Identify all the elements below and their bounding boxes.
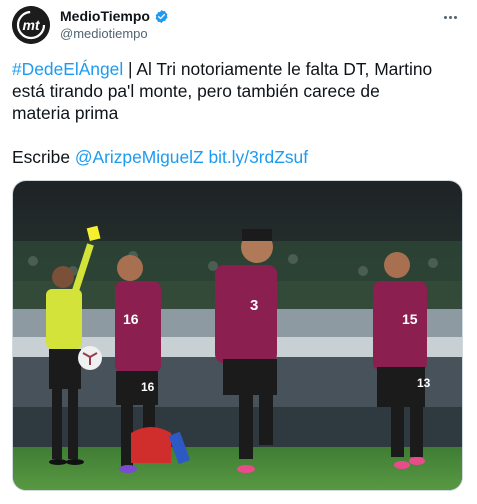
svg-text:13: 13 (417, 376, 431, 390)
svg-text:16: 16 (141, 380, 155, 394)
tweet-line-3: materia prima (12, 103, 119, 123)
tweet-line-2: está tirando pa'l monte, pero también ca… (12, 81, 380, 101)
tweet-card[interactable]: mt MedioTiempo @mediotiempo #DedeElÁngel… (0, 0, 477, 504)
tweet-text: #DedeElÁngel | Al Tri notoriamente le fa… (12, 58, 467, 168)
tweet-line-5-prefix: Escribe (12, 147, 75, 167)
verified-badge-icon (154, 9, 169, 24)
tweet-line-5: Escribe @ArizpeMiguelZ bit.ly/3rdZsuf (12, 146, 467, 168)
tweet-media-photo[interactable]: 16 16 3 15 13 (12, 180, 463, 491)
avatar[interactable]: mt (12, 6, 50, 44)
svg-text:16: 16 (123, 311, 139, 327)
user-handle[interactable]: @mediotiempo (60, 26, 148, 41)
avatar-logo-text: mt (22, 17, 40, 33)
svg-text:15: 15 (402, 311, 418, 327)
mention-link[interactable]: @ArizpeMiguelZ (75, 147, 204, 167)
more-options-icon[interactable] (439, 6, 461, 28)
tweet-line-1: #DedeElÁngel | Al Tri notoriamente le fa… (12, 58, 467, 80)
mediotiempo-logo-icon: mt (12, 6, 50, 44)
url-link[interactable]: bit.ly/3rdZsuf (208, 147, 308, 167)
tweet-line-1-text: | Al Tri notoriamente le falta DT, Marti… (123, 59, 433, 79)
display-name[interactable]: MedioTiempo (60, 8, 150, 24)
name-row: MedioTiempo (60, 8, 169, 24)
match-photo: 16 16 3 15 13 (13, 181, 462, 490)
hashtag-link[interactable]: #DedeElÁngel (12, 59, 123, 79)
svg-text:3: 3 (250, 297, 258, 314)
